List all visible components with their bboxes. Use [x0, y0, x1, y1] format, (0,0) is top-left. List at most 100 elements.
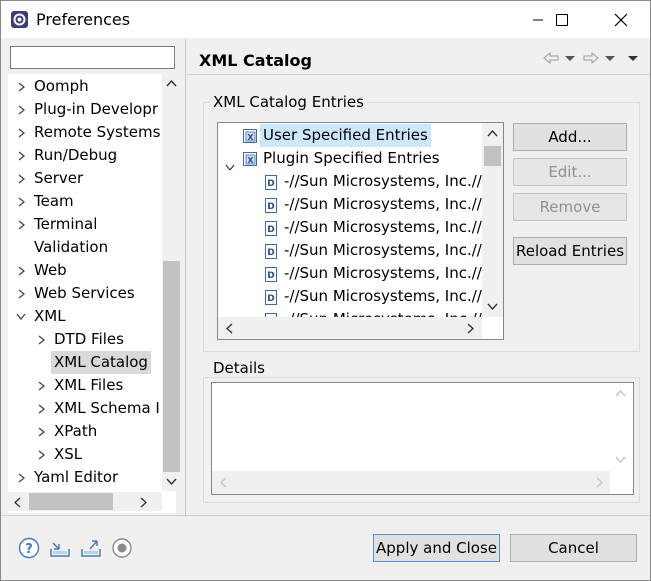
catalog-entry-label: Plugin Specified Entries [263, 149, 440, 167]
dtd-file-icon: D [265, 174, 277, 193]
entries-horizontal-scrollbar[interactable] [218, 317, 482, 339]
dtd-file-icon: D [265, 197, 277, 216]
scroll-up-icon[interactable] [166, 80, 177, 87]
entries-scroll-left-icon[interactable] [226, 323, 233, 334]
page-title: XML Catalog [199, 51, 312, 70]
view-menu-icon[interactable] [626, 53, 640, 63]
expand-chevron-icon[interactable] [14, 167, 28, 190]
view-menu[interactable] [626, 51, 640, 65]
tree-horizontal-scrollbar[interactable] [8, 492, 162, 511]
scroll-right-icon[interactable] [140, 497, 147, 508]
export-icon[interactable] [80, 537, 102, 559]
tree-item[interactable]: XML Schema I [8, 397, 160, 420]
collapse-chevron-icon[interactable] [225, 155, 235, 170]
catalog-entry-row[interactable]: D -//Sun Microsystems, Inc.//I [218, 285, 482, 308]
entries-vertical-thumb[interactable] [484, 146, 501, 166]
forward-nav[interactable] [583, 51, 617, 65]
tree-item[interactable]: DTD Files [8, 328, 160, 351]
expand-chevron-icon[interactable] [14, 466, 28, 489]
entries-vertical-scrollbar[interactable] [482, 123, 503, 317]
preference-tree: Oomph Plug-in Developr Remote Systems Run/D… [8, 74, 181, 513]
remove-button[interactable]: Remove [513, 193, 627, 221]
catalog-entry-label: -//Sun Microsystems, Inc.//I [284, 287, 482, 305]
back-nav[interactable] [543, 51, 577, 65]
expand-chevron-icon[interactable] [34, 374, 48, 397]
tree-item-label: Plug-in Developr [34, 100, 159, 118]
catalog-entry-label: User Specified Entries [260, 124, 431, 147]
tree-horizontal-thumb[interactable] [29, 493, 113, 510]
catalog-entry-row[interactable]: D -//Sun Microsystems, Inc.//I [218, 239, 482, 262]
details-scroll-up-icon[interactable] [615, 390, 626, 397]
catalog-entry-row[interactable]: X Plugin Specified Entries [218, 147, 482, 170]
catalog-entry-label: -//Sun Microsystems, Inc.//I [284, 172, 482, 190]
tree-vertical-thumb[interactable] [163, 261, 180, 472]
expand-chevron-icon[interactable] [34, 443, 48, 466]
maximize-button[interactable] [539, 1, 585, 38]
catalog-entry-row[interactable]: D -//Sun Microsystems, Inc.//I [218, 262, 482, 285]
entries-scroll-up-icon[interactable] [487, 130, 498, 137]
filter-input[interactable] [10, 46, 175, 69]
collapse-chevron-icon[interactable] [14, 305, 28, 328]
details-text-area[interactable] [211, 382, 634, 495]
details-scroll-down-icon[interactable] [615, 456, 626, 463]
tree-item[interactable]: Team [8, 190, 160, 213]
catalog-entry-row[interactable]: D -//Sun Microsystems, Inc.//I [218, 170, 482, 193]
catalog-entry-row[interactable]: D -//Sun Microsystems, Inc.//I [218, 193, 482, 216]
tree-item[interactable]: Server [8, 167, 160, 190]
tree-item[interactable]: Oomph [8, 75, 160, 98]
catalog-entry-row[interactable]: D -//Sun Microsystems, Inc.//I [218, 216, 482, 239]
svg-text:X: X [247, 133, 254, 142]
tree-item[interactable]: XML [8, 305, 160, 328]
entries-scroll-down-icon[interactable] [487, 303, 498, 310]
expand-chevron-icon[interactable] [14, 282, 28, 305]
tree-item[interactable]: XML Files [8, 374, 160, 397]
tree-vertical-scrollbar[interactable] [162, 74, 181, 491]
record-icon[interactable] [111, 537, 133, 559]
add-button[interactable]: Add... [513, 123, 627, 151]
tree-item[interactable]: Web Services [8, 282, 160, 305]
expand-chevron-icon[interactable] [14, 144, 28, 167]
tree-item[interactable]: XML Catalog [8, 351, 160, 374]
edit-button[interactable]: Edit... [513, 158, 627, 186]
forward-dropdown-icon[interactable] [603, 53, 617, 63]
expand-chevron-icon[interactable] [14, 213, 28, 236]
svg-text:X: X [247, 156, 254, 165]
expand-chevron-icon[interactable] [14, 98, 28, 121]
cancel-button[interactable]: Cancel [510, 534, 637, 562]
expand-chevron-icon[interactable] [14, 75, 28, 98]
expand-chevron-icon[interactable] [14, 259, 28, 282]
pane-splitter[interactable] [185, 39, 186, 517]
close-button[interactable] [598, 1, 644, 38]
entries-scroll-right-icon[interactable] [467, 323, 474, 334]
tree-item[interactable]: Run/Debug [8, 144, 160, 167]
details-scroll-right-icon[interactable] [596, 477, 603, 488]
details-horizontal-scrollbar[interactable] [212, 471, 610, 494]
tree-item[interactable]: Yaml Editor [8, 466, 160, 489]
reload-entries-button[interactable]: Reload Entries [513, 237, 627, 265]
help-icon[interactable]: ? [18, 537, 40, 559]
scroll-left-icon[interactable] [14, 497, 21, 508]
expand-chevron-icon[interactable] [34, 397, 48, 420]
back-dropdown-icon[interactable] [563, 53, 577, 63]
details-scroll-left-icon[interactable] [220, 477, 227, 488]
import-icon[interactable] [49, 537, 71, 559]
apply-and-close-button[interactable]: Apply and Close [373, 534, 500, 562]
expand-chevron-icon[interactable] [34, 420, 48, 443]
catalog-entry-row[interactable]: X User Specified Entries [218, 124, 482, 147]
expand-chevron-icon[interactable] [14, 121, 28, 144]
catalog-entries-tree: X User Specified Entries X Plugin Specified… [217, 122, 504, 340]
tree-item[interactable]: Terminal [8, 213, 160, 236]
back-arrow-icon[interactable] [543, 52, 559, 64]
tree-item[interactable]: XPath [8, 420, 160, 443]
tree-item[interactable]: Remote Systems [8, 121, 160, 144]
expand-chevron-icon[interactable] [14, 190, 28, 213]
forward-arrow-icon[interactable] [583, 52, 599, 64]
tree-item[interactable]: Web [8, 259, 160, 282]
tree-item-label: Yaml Editor [34, 468, 119, 486]
expand-chevron-icon[interactable] [34, 328, 48, 351]
tree-item[interactable]: Validation [8, 236, 160, 259]
tree-item[interactable]: Plug-in Developr [8, 98, 160, 121]
tree-item[interactable]: XSL [8, 443, 160, 466]
tree-item-label: XML Catalog [51, 351, 151, 374]
scroll-down-icon[interactable] [166, 478, 177, 485]
